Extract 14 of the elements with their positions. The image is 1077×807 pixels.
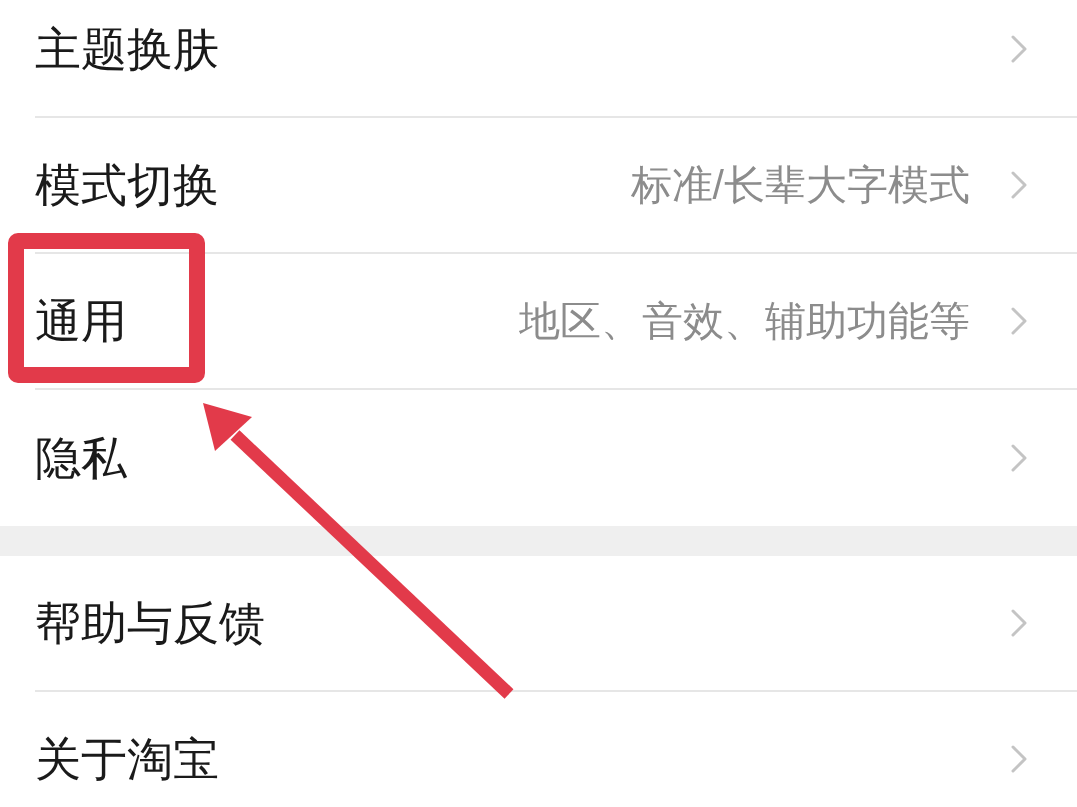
chevron-right-icon [1010,608,1028,638]
setting-value: 标准/长辈大字模式 [630,161,970,210]
setting-label[interactable]: 关于淘宝 [35,731,219,787]
chevron-right-icon [1010,443,1028,473]
setting-label[interactable]: 模式切换 [35,157,219,213]
setting-label[interactable]: 帮助与反馈 [35,595,265,651]
chevron-right-icon [1010,306,1028,336]
chevron-right-icon [1010,34,1028,64]
chevron-right-icon [1010,170,1028,200]
setting-value: 地区、音效、辅助功能等 [519,297,970,346]
setting-label[interactable]: 隐私 [35,430,127,486]
chevron-right-icon [1010,744,1028,774]
setting-label[interactable]: 通用 [35,293,127,349]
setting-label[interactable]: 主题换肤 [35,21,219,77]
